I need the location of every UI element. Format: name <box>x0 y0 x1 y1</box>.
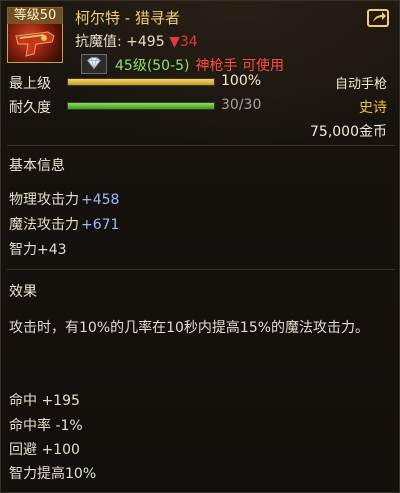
divider <box>7 269 395 270</box>
resist-value: +495 <box>126 34 165 50</box>
stat-value: +671 <box>81 217 120 233</box>
durability-bar-fill <box>68 103 214 109</box>
resist-delta: ▼34 <box>169 34 198 50</box>
effect-stat: 命中率 -1% <box>9 418 83 434</box>
divider <box>7 145 395 146</box>
stat-value: +458 <box>81 192 120 208</box>
effect-description: 攻击时，有10%的几率在10秒内提高15%的魔法攻击力。 <box>9 320 370 336</box>
class-requirement: 神枪手 可使用 <box>195 58 284 74</box>
share-icon[interactable] <box>367 9 389 27</box>
item-tooltip: 等级50 柯尔特 - 猎寻者 抗魔值: +495 ▼34 45级(50-5) 神枪… <box>0 0 400 493</box>
stat-physical-attack: 物理攻击力 +458 <box>9 189 119 209</box>
pistol-item-icon <box>15 31 55 57</box>
durability-bar <box>67 102 215 110</box>
stat-label: 物理攻击力 <box>9 192 79 208</box>
stat-value: +43 <box>37 242 67 258</box>
basic-info-title: 基本信息 <box>9 158 65 174</box>
stat-label: 魔法攻击力 <box>9 217 79 233</box>
effect-stat: 回避 +100 <box>9 442 80 458</box>
stat-intelligence: 智力+43 <box>9 239 67 259</box>
item-name: 柯尔特 - 猎寻者 <box>75 9 180 27</box>
weapon-type: 自动手枪 <box>334 77 387 92</box>
upgrade-label: 最上级 <box>9 76 51 92</box>
stat-magic-attack: 魔法攻击力 +671 <box>9 214 119 234</box>
upgrade-percent: 100% <box>221 73 262 89</box>
upgrade-bar-fill <box>68 79 214 85</box>
effect-title: 效果 <box>9 284 37 300</box>
resist-label: 抗魔值: <box>75 34 122 50</box>
gem-level: 45级(50-5) <box>115 58 190 74</box>
upgrade-bar <box>67 78 215 86</box>
effect-stat: 命中 +195 <box>9 393 80 409</box>
durability-value: 30/30 <box>221 97 262 113</box>
diamond-icon <box>81 54 107 74</box>
resist-line: 抗魔值: +495 ▼34 <box>75 31 198 51</box>
durability-label: 耐久度 <box>9 100 51 116</box>
rarity-label: 史诗 <box>359 100 387 116</box>
price: 75,000金币 <box>310 124 387 140</box>
gem-text: 45级(50-5) 神枪手 可使用 <box>115 55 284 75</box>
effect-stat: 智力提高10% <box>9 466 97 482</box>
level-badge: 等级50 <box>7 7 63 24</box>
stat-label: 智力 <box>9 242 37 258</box>
